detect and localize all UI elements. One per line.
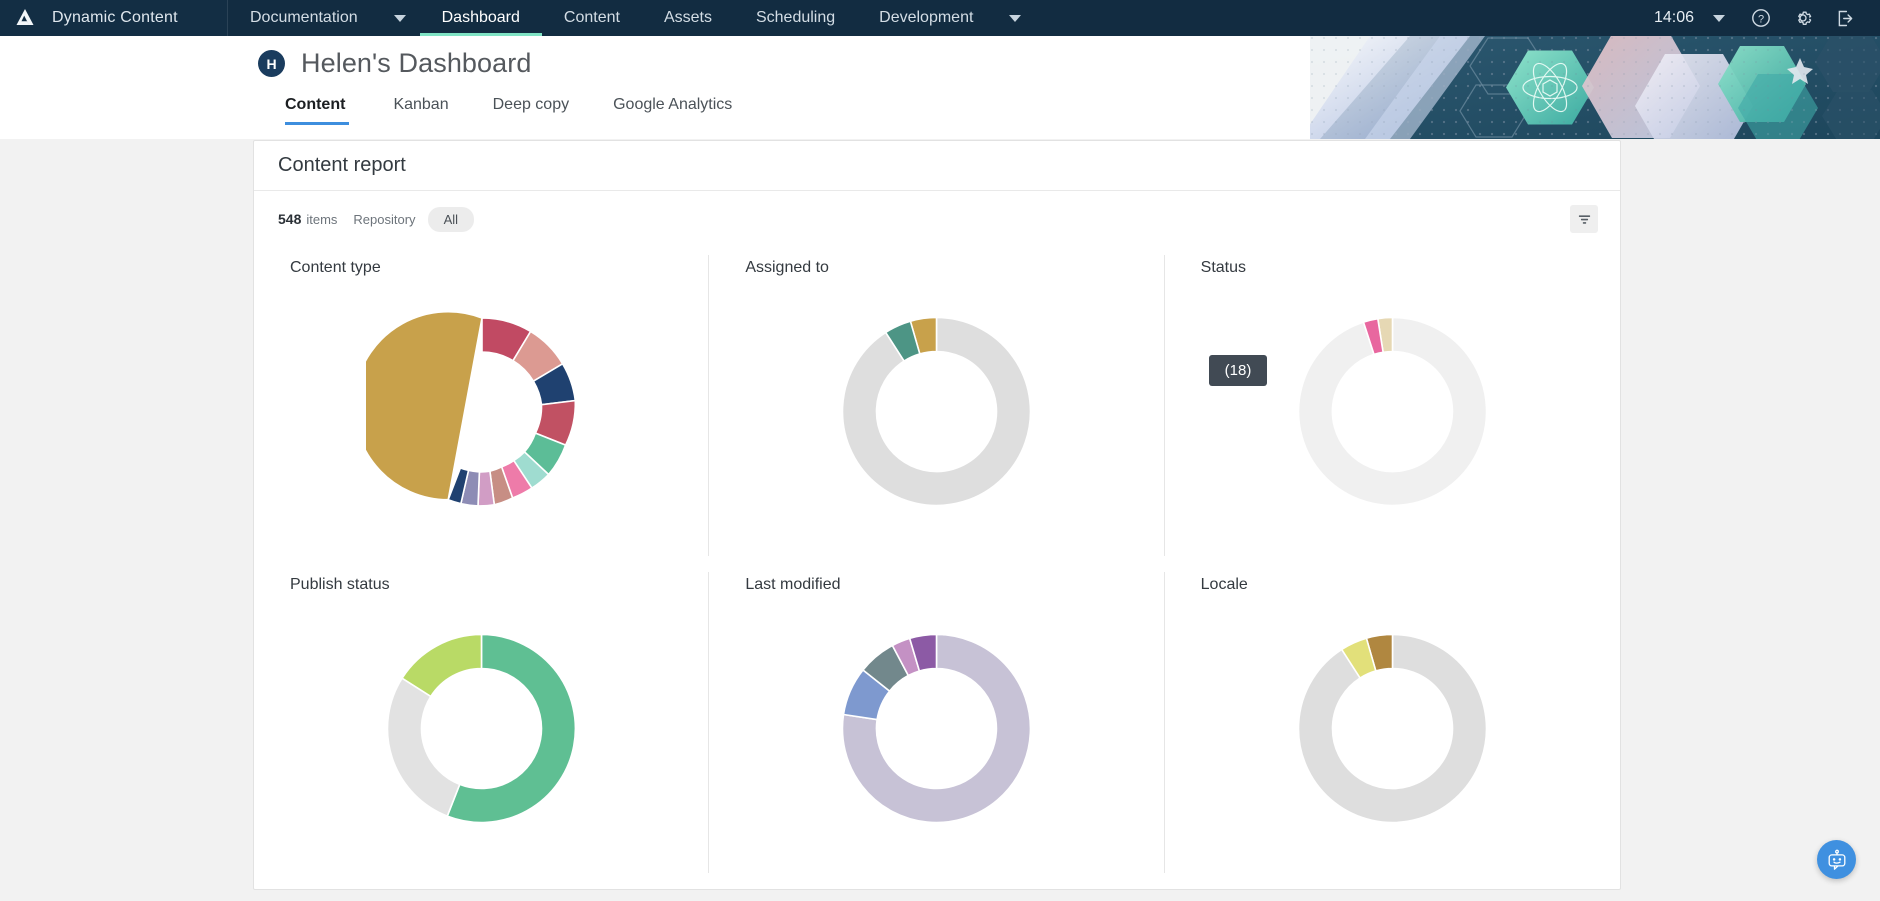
chart-cell-content-type: Content type [254, 247, 710, 564]
chart-title-locale: Locale [1200, 576, 1248, 593]
donut-wrap-content-type [254, 279, 709, 544]
repository-filter-pill[interactable]: All [427, 206, 475, 232]
donut-chart-locale[interactable] [1295, 631, 1490, 826]
chart-cell-publish-status: Publish status [254, 564, 710, 881]
donut-chart-last-modified[interactable] [820, 612, 1053, 845]
nav-item-assets-label: Assets [663, 9, 712, 26]
item-count-label: items [306, 211, 338, 227]
tab-kanban[interactable]: Kanban [371, 90, 470, 125]
chart-cell-assigned-to: Assigned to [709, 247, 1165, 564]
report-filter-bar: 548 items Repository All [254, 191, 1620, 247]
page-title: Helen's Dashboard [301, 48, 532, 78]
chart-title-last-modified: Last modified [745, 576, 841, 593]
chart-cell-locale: Locale [1165, 564, 1620, 881]
documentation-dropdown-caret[interactable] [380, 0, 420, 36]
chart-title-publish-status: Publish status [290, 576, 390, 593]
donut-wrap-locale [1165, 596, 1620, 861]
tab-google-analytics-label: Google Analytics [613, 96, 733, 113]
top-navigation-bar: Dynamic Content Documentation Dashboard … [0, 0, 1880, 36]
nav-item-documentation[interactable]: Documentation [228, 0, 380, 36]
donut-wrap-last-modified [709, 596, 1164, 861]
chart-title-assigned-to: Assigned to [745, 259, 829, 276]
tab-content[interactable]: Content [285, 90, 371, 125]
main-content-area: Content report 548 items Repository All … [0, 139, 1880, 901]
content-report-title: Content report [278, 154, 406, 176]
chevron-down-icon [1713, 14, 1725, 22]
chart-title-content-type: Content type [290, 259, 381, 276]
nav-item-content-label: Content [563, 9, 620, 26]
nav-item-assets[interactable]: Assets [642, 0, 734, 36]
nav-item-dashboard[interactable]: Dashboard [419, 0, 543, 36]
gear-icon [1798, 11, 1812, 25]
chart-cell-status: Status (18) [1165, 247, 1620, 564]
filter-toggle-button[interactable] [1570, 205, 1598, 233]
chart-cell-last-modified: Last modified [709, 564, 1165, 881]
card-header: Content report [254, 141, 1620, 191]
chatbot-robot-icon [1828, 849, 1845, 870]
donut-wrap-assigned-to [709, 279, 1164, 544]
donut-wrap-publish-status [254, 596, 709, 861]
amplience-logo-icon [12, 5, 38, 31]
chevron-down-icon [1009, 14, 1022, 22]
donut-chart-status[interactable] [1295, 314, 1490, 509]
nav-item-dashboard-label: Dashboard [441, 9, 520, 26]
dashboard-tabs: Content Kanban Deep copy Google Analytic… [285, 90, 1880, 125]
nav-item-development-label: Development [879, 9, 974, 26]
donut-chart-content-type[interactable] [365, 296, 598, 528]
repository-label: Repository [353, 211, 416, 227]
item-count: 548 [278, 211, 302, 227]
logout-button[interactable] [1824, 0, 1866, 36]
clock-time-label: 14:06 [1653, 9, 1694, 26]
tab-deep-copy[interactable]: Deep copy [471, 90, 592, 125]
nav-right-cluster: 14:06 ? [1644, 0, 1880, 36]
avatar: H [258, 50, 285, 77]
nav-item-scheduling-label: Scheduling [755, 9, 836, 26]
chatbot-button[interactable] [1817, 840, 1856, 879]
help-button[interactable]: ? [1740, 0, 1782, 36]
brand-home-link[interactable]: Dynamic Content [0, 0, 228, 36]
settings-button[interactable] [1782, 0, 1824, 36]
main-nav-items: Documentation Dashboard Content Assets S… [228, 0, 1035, 36]
help-icon: ? [1752, 9, 1770, 27]
page-header-content: H Helen's Dashboard Content Kanban Deep … [0, 36, 1880, 125]
tab-kanban-label: Kanban [393, 96, 449, 113]
logout-icon [1838, 10, 1852, 26]
page-header: H Helen's Dashboard Content Kanban Deep … [0, 36, 1880, 139]
donut-chart-grid: Content type Assigned to Status (18) Pub… [254, 247, 1620, 889]
tab-content-label: Content [285, 96, 346, 113]
tab-google-analytics[interactable]: Google Analytics [591, 90, 754, 125]
chart-tooltip-status: (18) [1208, 355, 1268, 386]
nav-item-documentation-label: Documentation [250, 9, 358, 26]
nav-item-development[interactable]: Development [857, 0, 995, 36]
donut-chart-assigned-to[interactable] [839, 314, 1034, 509]
tab-deep-copy-label: Deep copy [492, 96, 570, 113]
svg-text:?: ? [1758, 13, 1764, 25]
donut-wrap-status: (18) [1165, 279, 1620, 544]
page-title-row: H Helen's Dashboard [258, 48, 1880, 79]
filter-icon [1578, 214, 1590, 224]
chevron-down-icon [393, 14, 406, 22]
nav-item-scheduling[interactable]: Scheduling [734, 0, 857, 36]
timezone-dropdown-button[interactable] [1698, 0, 1740, 36]
nav-item-content[interactable]: Content [542, 0, 642, 36]
brand-name-label: Dynamic Content [52, 9, 178, 26]
chart-title-status: Status [1200, 259, 1247, 276]
donut-chart-publish-status[interactable] [365, 612, 598, 845]
development-dropdown-caret[interactable] [995, 0, 1035, 36]
content-report-card: Content report 548 items Repository All … [253, 140, 1621, 890]
